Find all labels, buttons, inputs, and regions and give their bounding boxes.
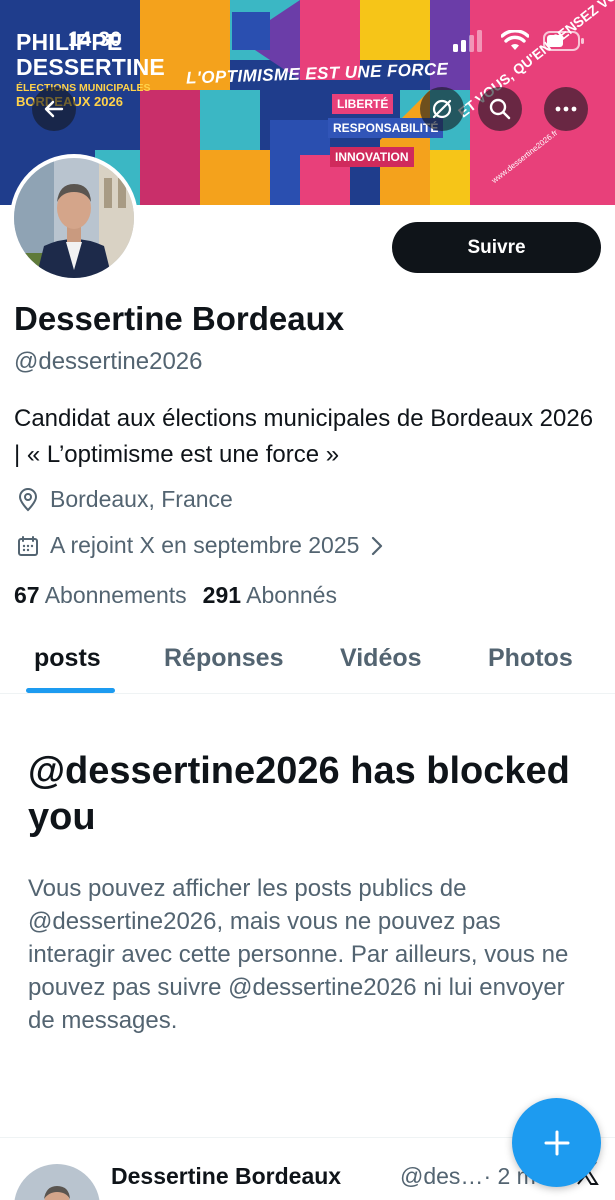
- active-tab-indicator: [26, 688, 115, 693]
- chevron-right-icon: [372, 536, 383, 555]
- translate-button[interactable]: [420, 87, 464, 131]
- search-icon: [489, 98, 511, 120]
- wifi-icon: [501, 30, 529, 50]
- tab-replies[interactable]: Réponses: [164, 644, 283, 673]
- post-author-handle: @des…· 2 m: [400, 1163, 536, 1189]
- profile-join-date[interactable]: A rejoint X en septembre 2025: [16, 532, 385, 559]
- calendar-icon: [18, 535, 38, 556]
- followers-link[interactable]: 291 Abonnés: [203, 582, 337, 609]
- back-arrow-icon: [44, 100, 64, 118]
- post-avatar[interactable]: [14, 1164, 100, 1200]
- follow-button[interactable]: Suivre: [392, 222, 601, 273]
- more-button[interactable]: [544, 87, 588, 131]
- tab-videos[interactable]: Vidéos: [340, 644, 422, 673]
- profile-handle: @dessertine2026: [14, 348, 203, 375]
- banner-tag-innovation: INNOVATION: [330, 147, 414, 167]
- avatar-photo: [14, 158, 134, 278]
- post-author-name[interactable]: Dessertine Bordeaux: [111, 1163, 341, 1190]
- status-icons: [453, 30, 585, 52]
- profile-display-name: Dessertine Bordeaux: [14, 300, 345, 337]
- translate-icon: [432, 99, 452, 119]
- profile-location: Bordeaux, France: [16, 486, 233, 513]
- search-button[interactable]: [478, 87, 522, 131]
- battery-icon: [543, 31, 584, 51]
- back-button[interactable]: [32, 87, 76, 131]
- status-time: 14:30: [68, 28, 122, 51]
- more-icon: [555, 106, 577, 112]
- compose-button[interactable]: [512, 1098, 601, 1187]
- blocked-title: @dessertine2026 has blocked you: [28, 750, 570, 838]
- blocked-message: Vous pouvez afficher les posts publics d…: [28, 875, 569, 1034]
- banner-tag-liberte: LIBERTÉ: [332, 94, 394, 114]
- tab-posts[interactable]: posts: [34, 644, 101, 673]
- post-avatar-photo: [14, 1164, 100, 1200]
- location-text: Bordeaux, France: [50, 486, 233, 512]
- compose-plus-icon: [544, 1130, 569, 1155]
- profile-tabs: posts Réponses Vidéos Photos: [0, 630, 615, 694]
- following-link[interactable]: 67 Abonnements: [14, 582, 187, 609]
- join-date-text: A rejoint X en septembre 2025: [50, 532, 360, 558]
- follow-stats: 67 Abonnements 291 Abonnés: [14, 582, 337, 609]
- profile-avatar[interactable]: [10, 154, 138, 282]
- tab-photos[interactable]: Photos: [488, 644, 573, 673]
- signal-icon: [453, 30, 482, 52]
- location-pin-icon: [18, 487, 38, 511]
- profile-bio: Candidat aux élections municipales de Bo…: [14, 405, 594, 468]
